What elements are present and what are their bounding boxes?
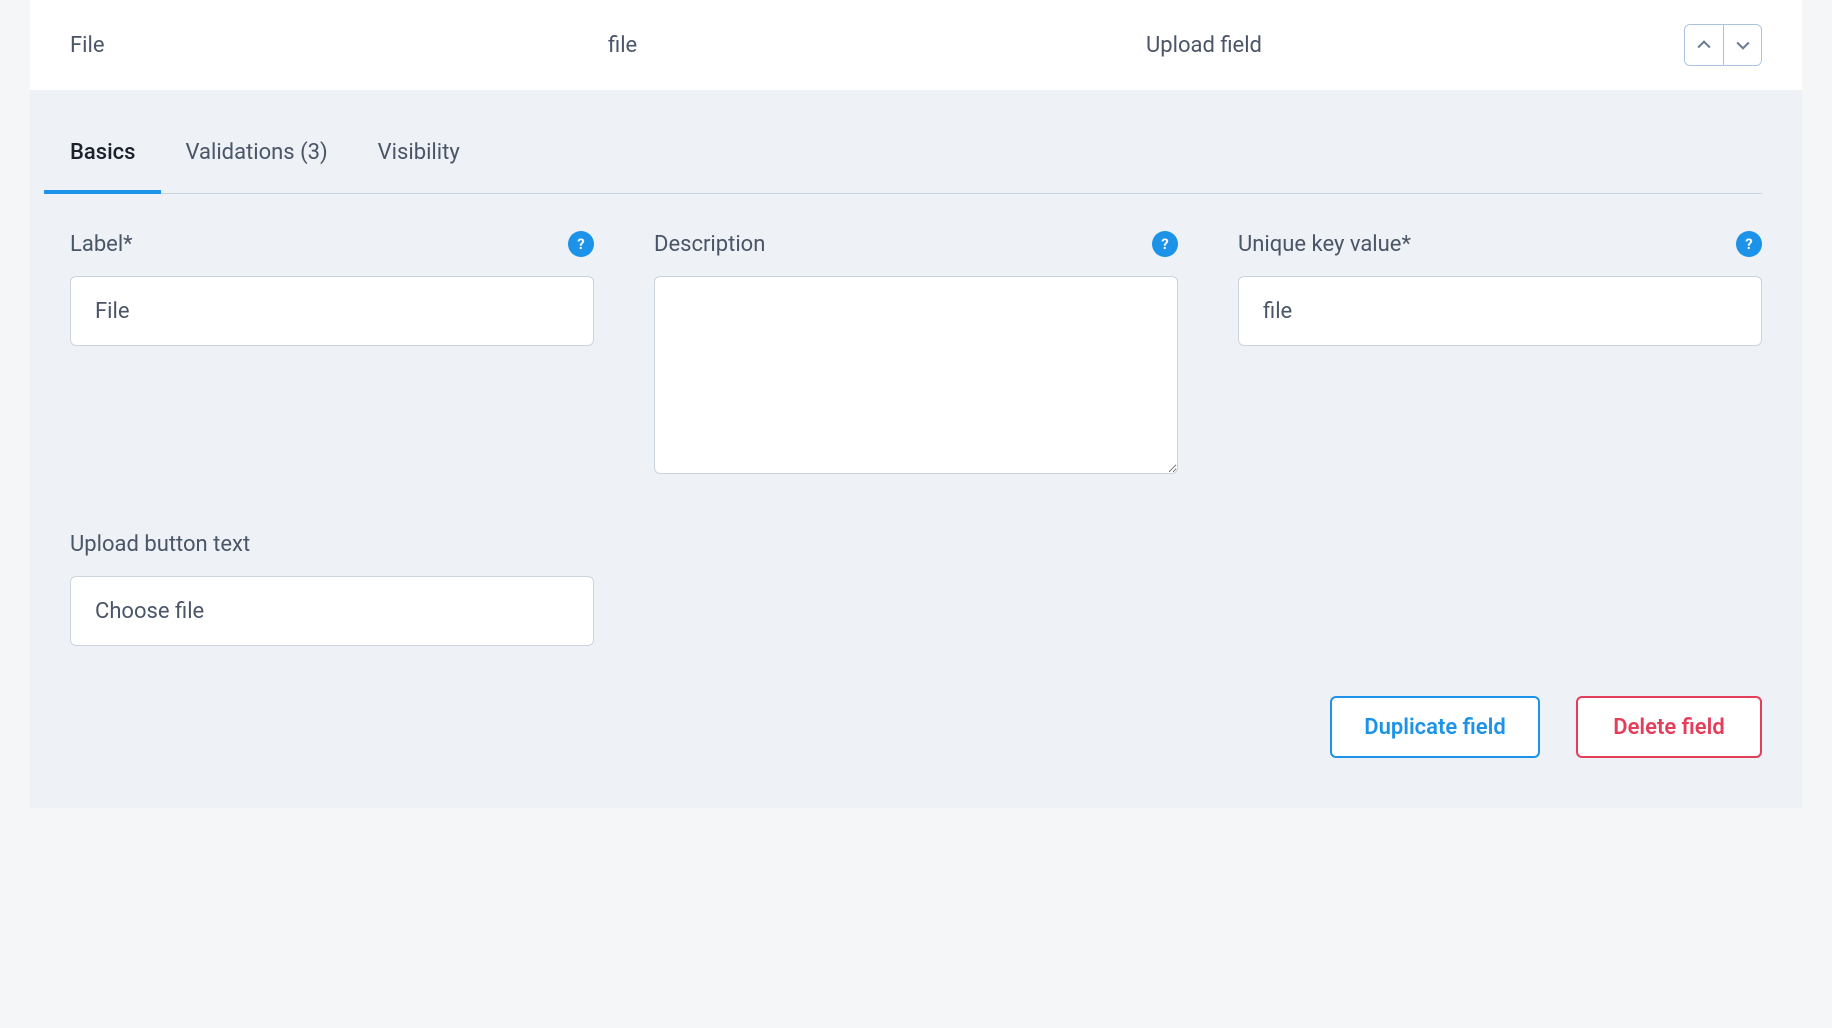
unique-key-input[interactable] bbox=[1238, 276, 1762, 346]
chevron-up-icon bbox=[1694, 35, 1714, 55]
field-header-row: File file Upload field bbox=[30, 0, 1802, 90]
description-field-group: Description ? bbox=[654, 230, 1178, 474]
field-editor-panel: Basics Validations (3) Visibility Label*… bbox=[30, 90, 1802, 808]
tab-visibility[interactable]: Visibility bbox=[378, 140, 460, 193]
upload-button-text-input[interactable] bbox=[70, 576, 594, 646]
label-field-label: Label* bbox=[70, 232, 133, 257]
duplicate-field-button[interactable]: Duplicate field bbox=[1330, 696, 1540, 758]
header-label: File bbox=[70, 33, 588, 58]
help-icon[interactable]: ? bbox=[1152, 231, 1178, 257]
tabs: Basics Validations (3) Visibility bbox=[70, 90, 1762, 194]
chevron-down-icon bbox=[1733, 35, 1753, 55]
header-type: Upload field bbox=[1146, 33, 1664, 58]
help-icon[interactable]: ? bbox=[1736, 231, 1762, 257]
upload-button-text-field-group: Upload button text bbox=[70, 530, 594, 646]
help-icon[interactable]: ? bbox=[568, 231, 594, 257]
move-down-button[interactable] bbox=[1723, 25, 1761, 65]
header-key: file bbox=[608, 33, 1126, 58]
tab-basics[interactable]: Basics bbox=[70, 140, 135, 193]
description-textarea[interactable] bbox=[654, 276, 1178, 474]
upload-button-text-label: Upload button text bbox=[70, 532, 250, 557]
label-field-group: Label* ? bbox=[70, 230, 594, 474]
move-up-button[interactable] bbox=[1685, 25, 1723, 65]
tab-validations[interactable]: Validations (3) bbox=[185, 140, 327, 193]
delete-field-button[interactable]: Delete field bbox=[1576, 696, 1762, 758]
description-field-label: Description bbox=[654, 232, 765, 257]
unique-key-field-group: Unique key value* ? bbox=[1238, 230, 1762, 474]
reorder-controls bbox=[1684, 24, 1762, 66]
unique-key-field-label: Unique key value* bbox=[1238, 232, 1411, 257]
label-input[interactable] bbox=[70, 276, 594, 346]
